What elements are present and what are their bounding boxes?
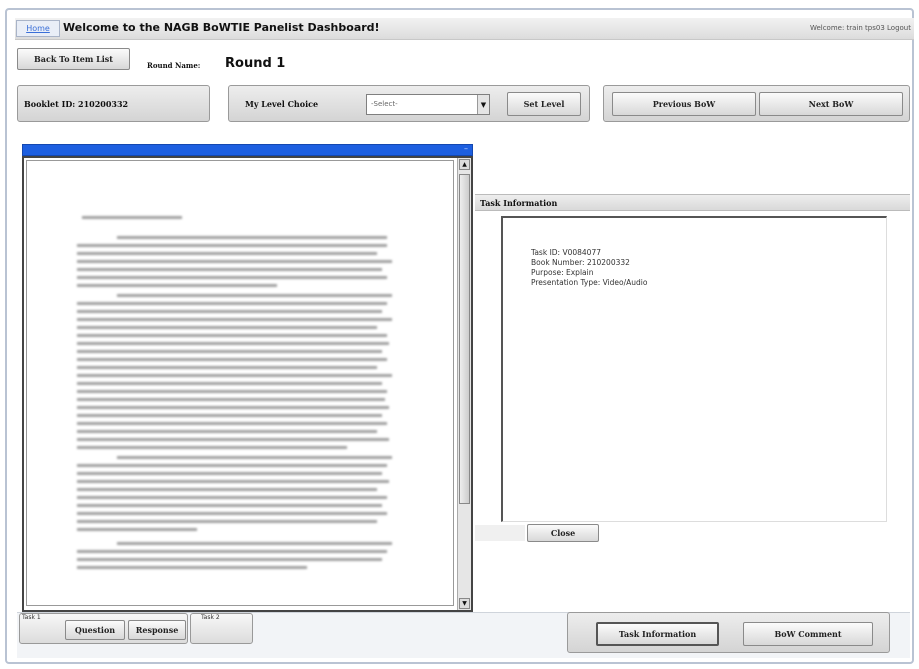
bottom-actions-panel: Task Information BoW Comment — [567, 612, 890, 653]
document-page — [26, 160, 454, 606]
scroll-down-icon[interactable]: ▼ — [459, 598, 470, 609]
task-information-box: Task ID: V0084077 Book Number: 210200332… — [501, 216, 887, 522]
book-number-line: Book Number: 210200332 — [531, 258, 630, 267]
task-2-label: Task 2 — [201, 614, 220, 621]
task-1-label: Task 1 — [22, 614, 41, 621]
close-button[interactable]: Close — [527, 524, 599, 542]
purpose-line: Purpose: Explain — [531, 268, 594, 277]
task-information-title: Task Information — [480, 198, 558, 208]
round-name-value: Round 1 — [225, 56, 286, 71]
document-viewer-titlebar: – — [22, 144, 473, 156]
bow-comment-button[interactable]: BoW Comment — [743, 622, 873, 646]
level-panel: My Level Choice -Select- ▼ Set Level — [228, 85, 590, 122]
home-link[interactable]: Home — [16, 20, 60, 37]
set-level-button[interactable]: Set Level — [507, 92, 581, 116]
task-information-header: Task Information — [475, 194, 910, 211]
booklet-id-panel: Booklet ID: 210200332 — [17, 85, 210, 122]
document-viewer[interactable]: ▲ ▼ — [22, 156, 473, 612]
close-bar: Close — [475, 522, 910, 544]
level-select-value: -Select- — [371, 100, 398, 108]
presentation-type-line: Presentation Type: Video/Audio — [531, 278, 648, 287]
page-title: Welcome to the NAGB BoWTIE Panelist Dash… — [63, 21, 380, 34]
welcome-user[interactable]: Welcome: train tps03 Logout — [810, 24, 911, 32]
minimize-icon[interactable]: – — [464, 144, 468, 153]
scroll-up-icon[interactable]: ▲ — [459, 159, 470, 170]
bow-nav-panel: Previous BoW Next BoW — [603, 85, 910, 122]
back-to-item-list-button[interactable]: Back To Item List — [17, 48, 130, 70]
document-scrollbar[interactable]: ▲ ▼ — [457, 158, 471, 610]
close-bar-spacer — [475, 525, 525, 541]
round-name-label: Round Name: — [147, 61, 201, 70]
question-button[interactable]: Question — [65, 620, 125, 640]
response-button[interactable]: Response — [128, 620, 186, 640]
scroll-thumb[interactable] — [459, 174, 470, 504]
previous-bow-button[interactable]: Previous BoW — [612, 92, 756, 116]
blurred-document-text — [77, 216, 392, 569]
chevron-down-icon[interactable]: ▼ — [477, 95, 489, 114]
level-select[interactable]: -Select- ▼ — [366, 94, 490, 115]
task-info-lines: Task ID: V0084077 Book Number: 210200332… — [531, 248, 647, 288]
task-id-line: Task ID: V0084077 — [531, 248, 602, 257]
task-2-tab[interactable]: Task 2 — [190, 613, 253, 644]
task-1-tab[interactable]: Task 1 Question Response — [19, 613, 188, 644]
level-choice-label: My Level Choice — [245, 99, 319, 109]
booklet-id: Booklet ID: 210200332 — [24, 99, 129, 109]
next-bow-button[interactable]: Next BoW — [759, 92, 903, 116]
task-information-button[interactable]: Task Information — [596, 622, 719, 646]
